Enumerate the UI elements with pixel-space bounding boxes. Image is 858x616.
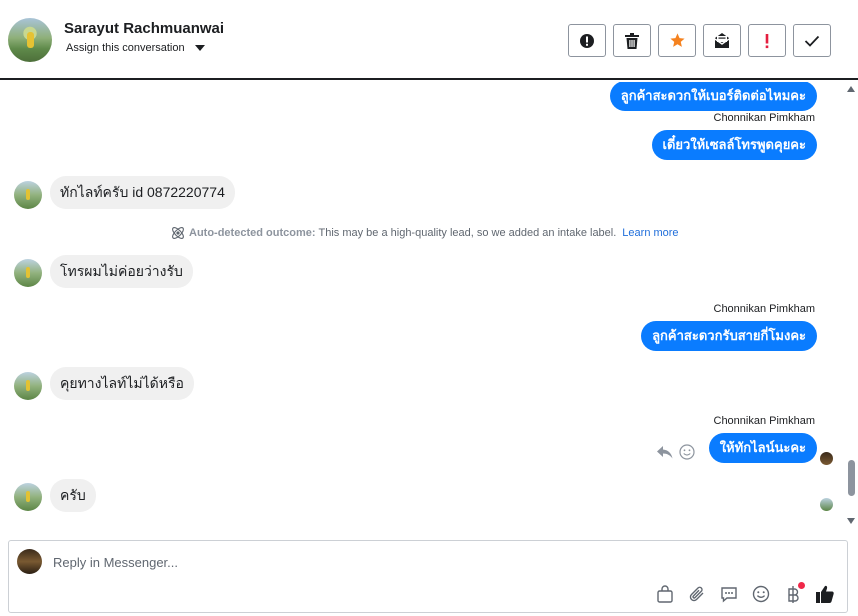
outgoing-message[interactable]: เดี๋ยวให้เซลล์โทรพูดคุยคะ <box>651 130 817 160</box>
payment-button[interactable] <box>783 582 805 604</box>
attach-button[interactable] <box>687 584 707 604</box>
mark-unread-icon <box>714 33 730 48</box>
react-emoji-icon[interactable] <box>679 444 695 460</box>
assign-conversation-button[interactable]: Assign this conversation <box>66 42 205 54</box>
outgoing-message[interactable]: ลูกค้าสะดวกรับสายกี่โมงคะ <box>641 321 817 351</box>
thumbs-up-icon <box>816 585 834 603</box>
outgoing-message[interactable]: ลูกค้าสะดวกให้เบอร์ติดต่อไหมคะ <box>609 82 817 111</box>
mark-done-button[interactable] <box>793 24 831 57</box>
auto-outcome-text: This may be a high-quality lead, so we a… <box>318 227 617 239</box>
header-actions <box>568 24 831 57</box>
mark-spam-button[interactable] <box>568 24 606 57</box>
message-thread[interactable]: ลูกค้าสะดวกให้เบอร์ติดต่อไหมคะ Chonnikan… <box>0 82 858 528</box>
learn-more-link[interactable]: Learn more <box>622 227 678 239</box>
message-actions <box>656 444 695 460</box>
contact-avatar-small[interactable] <box>14 181 42 209</box>
thread-scrollbar[interactable] <box>844 82 858 528</box>
atom-icon <box>172 227 184 239</box>
contact-avatar[interactable] <box>8 18 52 62</box>
bag-icon <box>657 585 673 603</box>
sender-name: Chonnikan Pimkham <box>713 415 816 427</box>
scroll-up-arrow[interactable] <box>847 86 855 92</box>
contact-avatar-small[interactable] <box>14 259 42 287</box>
outgoing-message[interactable]: ให้ทักไลน์นะคะ <box>708 433 817 463</box>
sender-name: Chonnikan Pimkham <box>713 303 816 315</box>
reply-composer <box>8 540 848 613</box>
star-icon <box>669 33 685 47</box>
like-button[interactable] <box>815 584 835 604</box>
exclamation-icon <box>765 33 769 48</box>
auto-outcome-label: Auto-detected outcome: <box>189 227 316 239</box>
caret-down-icon <box>194 45 205 51</box>
composer-tools <box>655 582 835 604</box>
sender-name: Chonnikan Pimkham <box>713 112 816 124</box>
emoji-icon <box>752 585 770 603</box>
incoming-message[interactable]: โทรผมไม่ค่อยว่างรับ <box>50 255 193 288</box>
saved-replies-button[interactable] <box>719 584 739 604</box>
chat-bubble-icon <box>721 587 737 603</box>
auto-detected-outcome-note: Auto-detected outcome: This may be a hig… <box>170 225 679 241</box>
scroll-down-arrow[interactable] <box>847 518 855 524</box>
contact-name[interactable]: Sarayut Rachmuanwai <box>64 20 224 37</box>
mark-unread-button[interactable] <box>703 24 741 57</box>
reply-input[interactable] <box>53 551 753 573</box>
scroll-thumb[interactable] <box>848 460 855 496</box>
read-receipt-avatar <box>820 498 833 511</box>
flag-important-button[interactable] <box>748 24 786 57</box>
notification-dot <box>798 582 805 589</box>
trash-icon <box>625 32 639 49</box>
contact-avatar-small[interactable] <box>14 483 42 511</box>
star-button[interactable] <box>658 24 696 57</box>
incoming-message[interactable]: ทักไลท์ครับ id 0872220774 <box>50 176 235 209</box>
conversation-header: Sarayut Rachmuanwai Assign this conversa… <box>0 0 858 80</box>
delete-button[interactable] <box>613 24 651 57</box>
shop-button[interactable] <box>655 584 675 604</box>
assign-label: Assign this conversation <box>66 42 185 54</box>
emoji-button[interactable] <box>751 584 771 604</box>
checkmark-icon <box>804 35 820 47</box>
contact-avatar-small[interactable] <box>14 372 42 400</box>
incoming-message[interactable]: ครับ <box>50 479 96 512</box>
incoming-message[interactable]: คุยทางไลท์ไม่ได้หรือ <box>50 367 194 400</box>
seen-avatar <box>820 452 833 465</box>
alert-circle-icon <box>580 33 594 48</box>
page-avatar <box>17 549 42 574</box>
paperclip-icon <box>689 586 704 602</box>
reply-icon[interactable] <box>656 444 674 460</box>
